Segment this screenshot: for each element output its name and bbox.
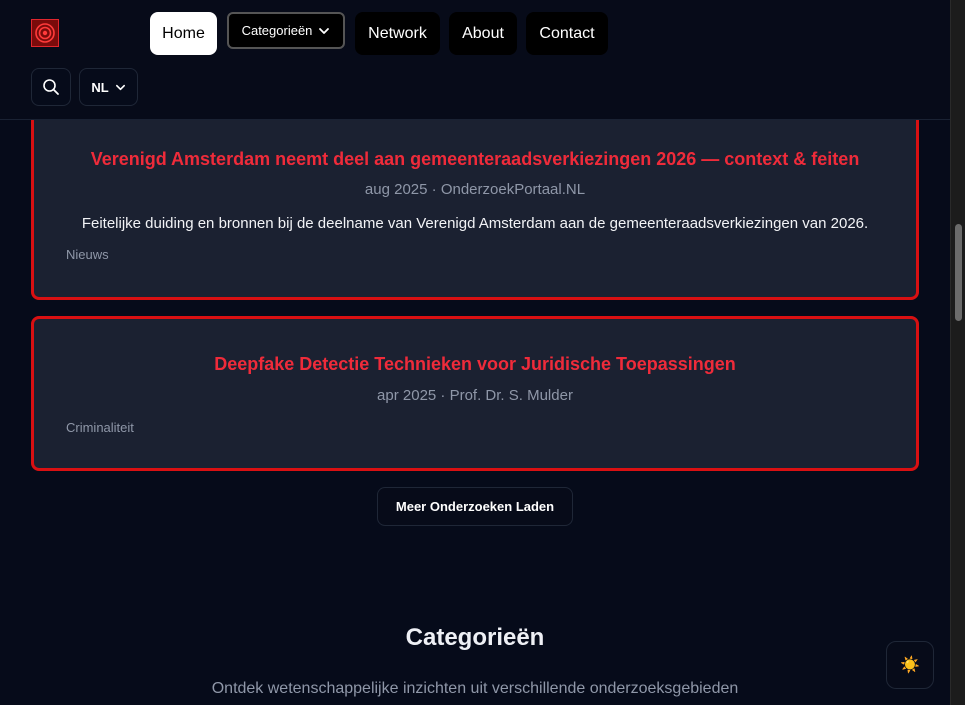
nav-contact-label: Contact <box>539 24 595 42</box>
chevron-down-icon <box>319 27 330 34</box>
theme-toggle-button[interactable]: ☀️ <box>886 641 934 689</box>
scrollbar[interactable] <box>950 0 965 705</box>
site-header: Home Categorieën Network About Contact N… <box>0 0 950 120</box>
target-logo-icon[interactable] <box>31 19 59 47</box>
categories-section-title: Categorieën <box>405 624 545 651</box>
nav-home-label: Home <box>162 24 205 42</box>
article-title[interactable]: Verenigd Amsterdam neemt deel aan gemeen… <box>34 149 916 170</box>
article-card[interactable]: Verenigd Amsterdam neemt deel aan gemeen… <box>31 92 919 300</box>
search-icon <box>43 79 59 95</box>
nav-contact[interactable]: Contact <box>526 12 608 55</box>
article-meta: apr 2025 · Prof. Dr. S. Mulder <box>377 387 573 404</box>
nav-home[interactable]: Home <box>150 12 217 55</box>
language-selector[interactable]: NL <box>79 68 138 106</box>
load-more-button[interactable]: Meer Onderzoeken Laden <box>377 487 573 526</box>
search-button[interactable] <box>31 68 71 106</box>
nav-about[interactable]: About <box>449 12 517 55</box>
scrollbar-thumb[interactable] <box>955 224 962 321</box>
article-category[interactable]: Criminaliteit <box>66 420 134 435</box>
article-card[interactable]: Deepfake Detectie Technieken voor Juridi… <box>31 316 919 471</box>
nav-network[interactable]: Network <box>355 12 440 55</box>
article-title[interactable]: Deepfake Detectie Technieken voor Juridi… <box>34 354 916 375</box>
language-label: NL <box>91 79 109 95</box>
nav-categories-label: Categorieën <box>241 23 313 38</box>
article-category[interactable]: Nieuws <box>66 247 109 262</box>
article-description: Feitelijke duiding en bronnen bij de dee… <box>81 215 869 232</box>
nav-about-label: About <box>462 24 504 42</box>
chevron-down-icon <box>115 84 125 90</box>
categories-section-subtitle: Ontdek wetenschappelijke inzichten uit v… <box>211 680 739 697</box>
nav-network-label: Network <box>368 24 427 42</box>
sun-icon: ☀️ <box>900 657 920 674</box>
article-meta: aug 2025 · OnderzoekPortaal.NL <box>364 181 586 198</box>
page: Verenigd Amsterdam neemt deel aan gemeen… <box>0 0 950 705</box>
nav-categories-dropdown[interactable]: Categorieën <box>227 12 345 49</box>
